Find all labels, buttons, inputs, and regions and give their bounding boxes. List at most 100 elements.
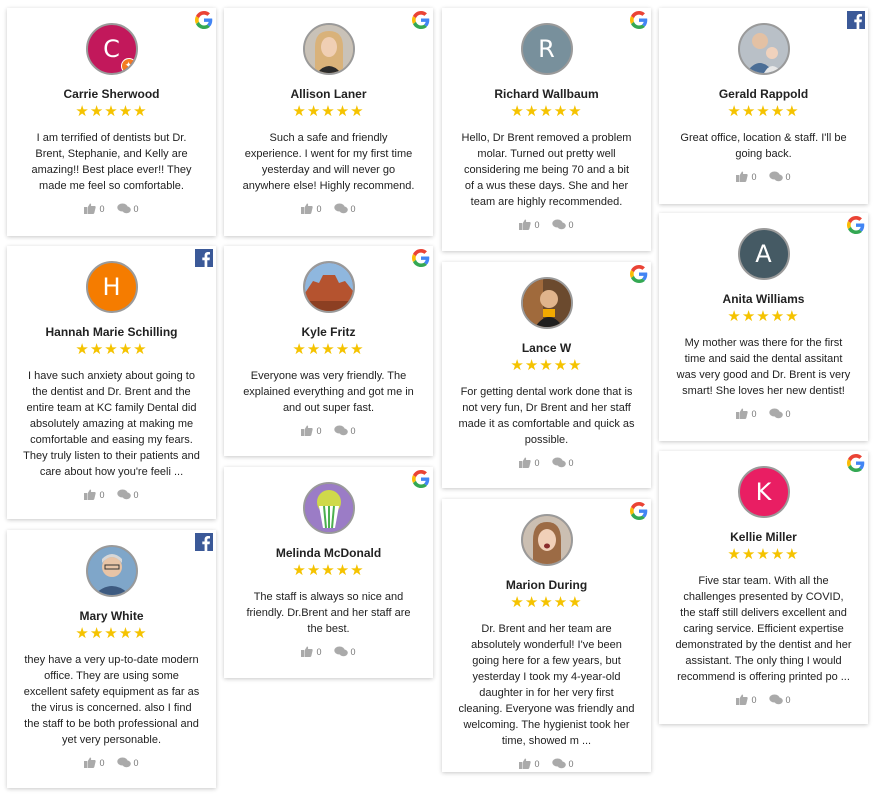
reviewer-name[interactable]: Lance W	[442, 341, 651, 355]
comment-count: 0	[133, 757, 139, 768]
reviewer-name[interactable]: Carrie Sherwood	[7, 87, 216, 101]
review-card[interactable]: Lance W ★★★★★ For getting dental work do…	[442, 262, 651, 488]
avatar	[737, 23, 790, 75]
comment-button[interactable]: 0	[551, 219, 574, 232]
comment-button[interactable]: 0	[551, 758, 574, 771]
comment-button[interactable]: 0	[116, 757, 139, 770]
comment-count: 0	[350, 203, 356, 214]
review-card[interactable]: K Kellie Miller ★★★★★ Five star team. Wi…	[659, 451, 868, 724]
like-button[interactable]: 0	[519, 758, 540, 771]
like-count: 0	[99, 203, 105, 214]
facebook-icon[interactable]	[195, 249, 213, 267]
comment-icon	[116, 203, 131, 216]
review-card[interactable]: Gerald Rappold ★★★★★ Great office, locat…	[659, 8, 868, 204]
review-text: Everyone was very friendly. The explaine…	[243, 370, 414, 414]
like-button[interactable]: 0	[84, 203, 105, 216]
comment-icon	[768, 694, 783, 707]
google-icon[interactable]	[630, 502, 648, 520]
star-rating: ★★★★★	[75, 625, 148, 642]
like-button[interactable]: 0	[84, 489, 105, 502]
facebook-icon[interactable]	[847, 11, 865, 29]
like-count: 0	[751, 408, 757, 419]
review-text: I am terrified of dentists but Dr. Brent…	[31, 132, 192, 192]
google-icon[interactable]	[412, 470, 430, 488]
review-card[interactable]: Marion During ★★★★★ Dr. Brent and her te…	[442, 499, 651, 772]
comment-count: 0	[785, 171, 791, 182]
avatar: R	[520, 23, 573, 75]
star-rating: ★★★★★	[510, 594, 583, 611]
like-count: 0	[99, 757, 105, 768]
comment-button[interactable]: 0	[116, 489, 139, 502]
comment-icon	[551, 758, 566, 771]
review-card[interactable]: R Richard Wallbaum ★★★★★ Hello, Dr Brent…	[442, 8, 651, 251]
review-card[interactable]: Melinda McDonald ★★★★★ The staff is alwa…	[224, 467, 433, 678]
google-icon[interactable]	[847, 454, 865, 472]
like-button[interactable]: 0	[519, 457, 540, 470]
comment-button[interactable]: 0	[333, 425, 356, 438]
google-icon[interactable]	[630, 265, 648, 283]
google-icon[interactable]	[412, 11, 430, 29]
profile-photo	[739, 25, 788, 73]
like-button[interactable]: 0	[301, 646, 322, 659]
avatar	[302, 261, 355, 313]
comment-button[interactable]: 0	[768, 694, 791, 707]
reviewer-name[interactable]: Allison Laner	[224, 87, 433, 101]
google-icon[interactable]	[195, 11, 213, 29]
local-guide-badge-icon: ✦	[120, 58, 136, 73]
star-rating: ★★★★★	[510, 103, 583, 120]
review-text: Such a safe and friendly experience. I w…	[242, 132, 415, 192]
like-count: 0	[316, 425, 322, 436]
like-button[interactable]: 0	[301, 203, 322, 216]
like-button[interactable]: 0	[301, 425, 322, 438]
reviewer-name[interactable]: Kyle Fritz	[224, 325, 433, 339]
avatar	[520, 514, 573, 566]
comment-icon	[333, 203, 348, 216]
review-text: Great office, location & staff. I'll be …	[680, 132, 847, 160]
comment-button[interactable]: 0	[551, 457, 574, 470]
avatar	[520, 277, 573, 329]
review-card[interactable]: H Hannah Marie Schilling ★★★★★ I have su…	[7, 246, 216, 519]
review-card[interactable]: Mary White ★★★★★ they have a very up-to-…	[7, 530, 216, 788]
reviewer-name[interactable]: Anita Williams	[659, 292, 868, 306]
comment-button[interactable]: 0	[333, 646, 356, 659]
comment-icon	[333, 425, 348, 438]
reviewer-name[interactable]: Melinda McDonald	[224, 546, 433, 560]
thumbs-up-icon	[84, 203, 97, 216]
like-button[interactable]: 0	[736, 171, 757, 184]
comment-count: 0	[350, 425, 356, 436]
comment-button[interactable]: 0	[768, 408, 791, 421]
reviewer-name[interactable]: Kellie Miller	[659, 530, 868, 544]
google-icon[interactable]	[630, 11, 648, 29]
google-icon[interactable]	[847, 216, 865, 234]
like-button[interactable]: 0	[519, 219, 540, 232]
review-actions: 0 0	[224, 646, 433, 659]
like-button[interactable]: 0	[736, 408, 757, 421]
facebook-icon[interactable]	[195, 533, 213, 551]
reviewer-name[interactable]: Gerald Rappold	[659, 87, 868, 101]
comment-button[interactable]: 0	[768, 171, 791, 184]
review-card[interactable]: Allison Laner ★★★★★ Such a safe and frie…	[224, 8, 433, 236]
avatar: H	[85, 261, 138, 313]
google-icon[interactable]	[412, 249, 430, 267]
review-actions: 0 0	[659, 408, 868, 421]
comment-button[interactable]: 0	[116, 203, 139, 216]
comment-button[interactable]: 0	[333, 203, 356, 216]
reviewer-name[interactable]: Hannah Marie Schilling	[7, 325, 216, 339]
review-actions: 0 0	[7, 489, 216, 502]
review-text: The staff is always so nice and friendly…	[246, 591, 411, 635]
like-button[interactable]: 0	[736, 694, 757, 707]
like-count: 0	[534, 457, 540, 468]
thumbs-up-icon	[519, 758, 532, 771]
comment-count: 0	[133, 203, 139, 214]
review-card[interactable]: C ✦ Carrie Sherwood ★★★★★ I am terrified …	[7, 8, 216, 236]
profile-photo	[522, 516, 571, 564]
like-button[interactable]: 0	[84, 757, 105, 770]
reviewer-name[interactable]: Marion During	[442, 578, 651, 592]
comment-count: 0	[568, 758, 574, 769]
review-card[interactable]: Kyle Fritz ★★★★★ Everyone was very frien…	[224, 246, 433, 456]
reviewer-name[interactable]: Mary White	[7, 609, 216, 623]
review-text: For getting dental work done that is not…	[458, 386, 635, 446]
review-card[interactable]: A Anita Williams ★★★★★ My mother was the…	[659, 213, 868, 441]
reviewer-name[interactable]: Richard Wallbaum	[442, 87, 651, 101]
star-rating: ★★★★★	[727, 103, 800, 120]
